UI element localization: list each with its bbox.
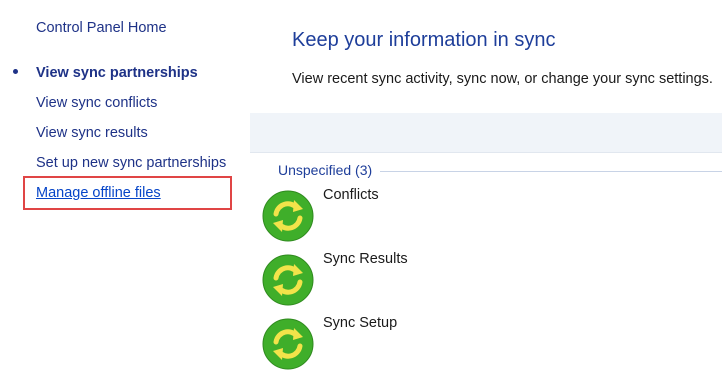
sync-item-label: Sync Results — [323, 251, 408, 267]
nav-view-sync-conflicts[interactable]: View sync conflicts — [36, 95, 157, 111]
group-divider — [380, 171, 722, 172]
current-page-bullet — [13, 69, 18, 74]
sync-arrows-icon — [262, 318, 314, 370]
page-title: Keep your information in sync — [292, 29, 556, 51]
group-header-unspecified: Unspecified (3) — [278, 161, 722, 181]
sync-item-conflicts[interactable]: Conflicts — [262, 187, 562, 245]
navigation-pane: Control Panel Home View sync partnership… — [0, 0, 250, 385]
control-panel-home-link[interactable]: Control Panel Home — [36, 20, 167, 36]
sync-item-sync-results[interactable]: Sync Results — [262, 251, 562, 309]
nav-view-sync-results[interactable]: View sync results — [36, 125, 148, 141]
sync-item-sync-setup[interactable]: Sync Setup — [262, 315, 562, 373]
sync-arrows-icon — [262, 254, 314, 306]
page-description: View recent sync activity, sync now, or … — [292, 71, 713, 87]
command-toolbar — [250, 113, 722, 153]
nav-set-up-new-sync-partnerships[interactable]: Set up new sync partnerships — [36, 155, 226, 171]
sync-arrows-icon — [262, 190, 314, 242]
sync-item-label: Sync Setup — [323, 315, 398, 331]
sync-item-label: Conflicts — [323, 187, 379, 203]
main-content: Keep your information in sync View recen… — [250, 0, 722, 385]
nav-view-sync-partnerships[interactable]: View sync partnerships — [36, 65, 198, 81]
nav-manage-offline-files[interactable]: Manage offline files — [36, 185, 161, 201]
group-label[interactable]: Unspecified (3) — [278, 162, 377, 178]
